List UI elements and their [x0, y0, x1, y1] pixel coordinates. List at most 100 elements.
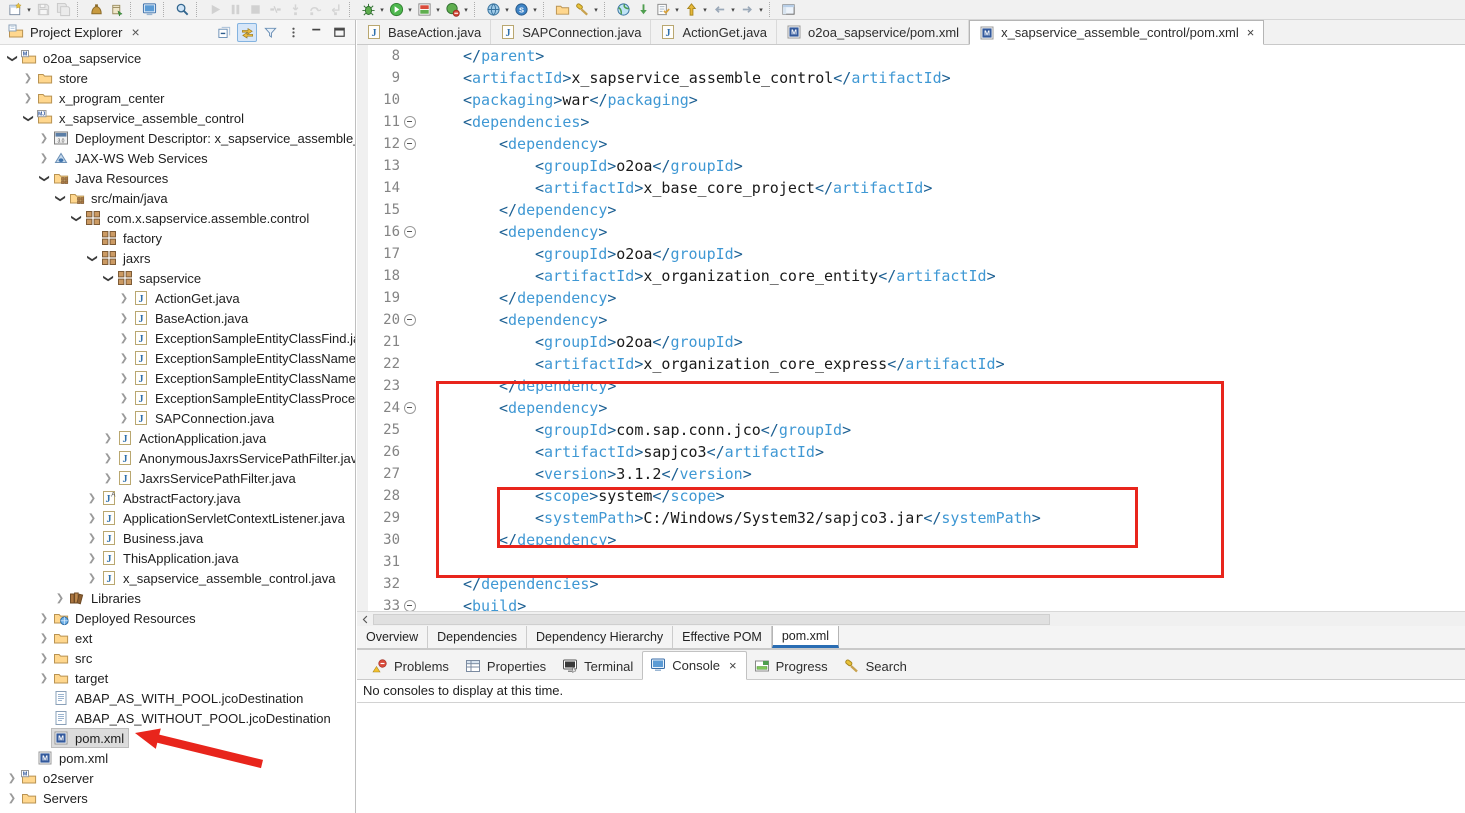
- code-line[interactable]: 11 <dependencies>: [357, 111, 1465, 133]
- dropdown-caret-icon[interactable]: ▾: [378, 6, 386, 14]
- code-line[interactable]: 12 <dependency>: [357, 133, 1465, 155]
- code-line[interactable]: 30 </dependency>: [357, 529, 1465, 551]
- tree-item[interactable]: ❯ J AnonymousJaxrsServicePathFilter.java: [0, 448, 355, 468]
- twistie-icon[interactable]: ❯: [52, 593, 68, 604]
- maximize-icon[interactable]: [329, 23, 349, 42]
- dropdown-caret-icon[interactable]: ▾: [25, 6, 33, 14]
- twistie-icon[interactable]: ❯: [36, 613, 52, 624]
- view-menu-icon[interactable]: [283, 23, 303, 42]
- code-line[interactable]: 21 <groupId>o2oa</groupId>: [357, 331, 1465, 353]
- server-icon[interactable]: S: [511, 1, 531, 19]
- twistie-icon[interactable]: ❯: [55, 190, 66, 206]
- tree-item-target[interactable]: J ExceptionSampleEntityClassNameN: [132, 369, 355, 387]
- twistie-icon[interactable]: ❯: [100, 473, 116, 484]
- code-line[interactable]: 14 <artifactId>x_base_core_project</artif…: [357, 177, 1465, 199]
- code-editor[interactable]: 8 </parent> 9 <artifactId>x_sapservice_asse…: [357, 45, 1465, 611]
- code-line[interactable]: 33 <build>: [357, 595, 1465, 611]
- dropdown-caret-icon[interactable]: ▾: [531, 6, 539, 14]
- tree-item[interactable]: Mpom.xml: [0, 728, 355, 748]
- ant-build-icon[interactable]: [86, 1, 106, 19]
- close-icon[interactable]: ×: [127, 24, 143, 40]
- step-over-icon[interactable]: [305, 1, 325, 19]
- console-tab[interactable]: Progress: [747, 653, 837, 680]
- tree-item[interactable]: ❯ J JaxrsServicePathFilter.java: [0, 468, 355, 488]
- tree-item[interactable]: ABAP_AS_WITHOUT_POOL.jcoDestination: [0, 708, 355, 728]
- code-line[interactable]: 27 <version>3.1.2</version>: [357, 463, 1465, 485]
- twistie-icon[interactable]: ❯: [84, 533, 100, 544]
- tree-item[interactable]: Mpom.xml: [0, 748, 355, 768]
- tree-item[interactable]: ❯ JAX-WS Web Services: [0, 148, 355, 168]
- tree-item[interactable]: ❯ 3.0 Deployment Descriptor: x_sapservice_…: [0, 128, 355, 148]
- console-tab[interactable]: Problems: [365, 653, 458, 680]
- pom-page-tab[interactable]: Dependency Hierarchy: [527, 626, 674, 648]
- tree-item[interactable]: ❯ J ExceptionSampleEntityClassFind.jav: [0, 328, 355, 348]
- code-line[interactable]: 29 <systemPath>C:/Windows/System32/sapjco…: [357, 507, 1465, 529]
- tree-item[interactable]: ❯ Mo2oa_sapservice: [0, 48, 355, 68]
- tree-item-target[interactable]: J JaxrsServicePathFilter.java: [116, 469, 300, 487]
- pom-page-tab[interactable]: pom.xml: [771, 626, 840, 648]
- project-explorer-tab[interactable]: Project Explorer ×: [4, 24, 148, 40]
- editor-tab[interactable]: J SAPConnection.java: [491, 20, 652, 44]
- tree-item-target[interactable]: J A AbstractFactory.java: [100, 489, 245, 507]
- editor-tab[interactable]: J BaseAction.java: [357, 20, 492, 44]
- tree-item[interactable]: ❯ src/main/java: [0, 188, 355, 208]
- dropdown-caret-icon[interactable]: ▾: [592, 6, 600, 14]
- fold-marker-icon[interactable]: [400, 111, 421, 133]
- scroll-left-icon[interactable]: [357, 612, 373, 626]
- tree-item-target[interactable]: ABAP_AS_WITHOUT_POOL.jcoDestination: [52, 709, 335, 727]
- tree-item[interactable]: ❯ J ApplicationServletContextListener.java: [0, 508, 355, 528]
- tree-item-target[interactable]: target: [52, 669, 112, 687]
- code-line[interactable]: 18 <artifactId>x_organization_core_entity…: [357, 265, 1465, 287]
- tree-item-target[interactable]: J ThisApplication.java: [100, 549, 243, 567]
- tree-item-target[interactable]: J ApplicationServletContextListener.java: [100, 509, 349, 527]
- tree-item-target[interactable]: J BaseAction.java: [132, 309, 252, 327]
- twistie-icon[interactable]: ❯: [84, 513, 100, 524]
- code-line[interactable]: 26 <artifactId>sapjco3</artifactId>: [357, 441, 1465, 463]
- tree-item[interactable]: ❯ Java Resources: [0, 168, 355, 188]
- open-folder-icon[interactable]: [552, 1, 572, 19]
- fold-marker-icon[interactable]: [400, 397, 421, 419]
- close-icon[interactable]: ×: [726, 658, 737, 673]
- code-line[interactable]: 9 <artifactId>x_sapservice_assemble_contr…: [357, 67, 1465, 89]
- code-line[interactable]: 23 </dependency>: [357, 375, 1465, 397]
- close-icon[interactable]: ×: [1245, 25, 1255, 40]
- minimize-icon[interactable]: [306, 23, 326, 42]
- dropdown-caret-icon[interactable]: ▾: [673, 6, 681, 14]
- profile-icon[interactable]: [442, 1, 462, 19]
- jar-export-icon[interactable]: [106, 1, 126, 19]
- tree-item[interactable]: ABAP_AS_WITH_POOL.jcoDestination: [0, 688, 355, 708]
- debug-icon[interactable]: [358, 1, 378, 19]
- tree-item[interactable]: ❯ sapservice: [0, 268, 355, 288]
- code-line[interactable]: 17 <groupId>o2oa</groupId>: [357, 243, 1465, 265]
- tree-item[interactable]: ❯ jaxrs: [0, 248, 355, 268]
- disconnect-icon[interactable]: [265, 1, 285, 19]
- twistie-icon[interactable]: ❯: [100, 433, 116, 444]
- world-icon[interactable]: [613, 1, 633, 19]
- tree-item-target[interactable]: J AnonymousJaxrsServicePathFilter.java: [116, 449, 355, 467]
- last-edit-icon[interactable]: [681, 1, 701, 19]
- tree-item-target[interactable]: src/main/java: [68, 189, 172, 207]
- code-line[interactable]: 22 <artifactId>x_organization_core_expres…: [357, 353, 1465, 375]
- tree-item[interactable]: ❯ J BaseAction.java: [0, 308, 355, 328]
- tree-item-target[interactable]: store: [36, 69, 92, 87]
- editor-tab[interactable]: Mx_sapservice_assemble_control/pom.xml ×: [969, 20, 1265, 45]
- twistie-icon[interactable]: ❯: [103, 270, 114, 286]
- code-line[interactable]: 20 <dependency>: [357, 309, 1465, 331]
- tree-item[interactable]: ❯ ext: [0, 628, 355, 648]
- code-line[interactable]: 8 </parent>: [357, 45, 1465, 67]
- tree-item-target[interactable]: J Business.java: [100, 529, 207, 547]
- tree-item[interactable]: ❯ J ExceptionSampleEntityClassProces: [0, 388, 355, 408]
- tree-item-target[interactable]: Servers: [20, 789, 92, 807]
- step-into-icon[interactable]: [285, 1, 305, 19]
- editor-tab[interactable]: Mo2oa_sapservice/pom.xml: [777, 20, 970, 44]
- tree-item-target[interactable]: Libraries: [68, 589, 145, 607]
- tree-item-target[interactable]: Jx_sapservice_assemble_control.java: [100, 569, 339, 587]
- console-view-icon[interactable]: [139, 1, 159, 19]
- tree-item[interactable]: ❯ J ExceptionSampleEntityClassNameE: [0, 348, 355, 368]
- tree-item[interactable]: ❯ store: [0, 68, 355, 88]
- tree-item[interactable]: ❯ com.x.sapservice.assemble.control: [0, 208, 355, 228]
- twistie-icon[interactable]: ❯: [7, 50, 18, 66]
- back-icon[interactable]: [709, 1, 729, 19]
- tree-item-target[interactable]: J ActionApplication.java: [116, 429, 270, 447]
- search-icon[interactable]: [172, 1, 192, 19]
